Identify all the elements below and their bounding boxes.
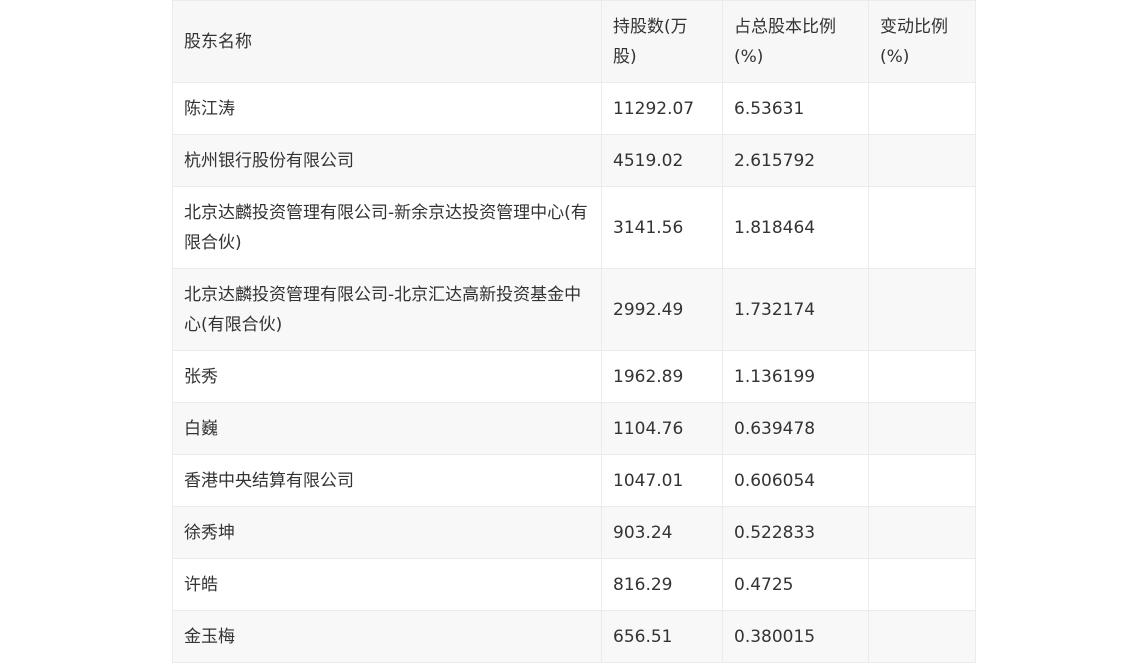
cell-change-ratio [868,134,976,187]
cell-share-ratio: 1.732174 [722,268,869,351]
cell-shares-held: 11292.07 [601,82,723,135]
table-row: 金玉梅 656.51 0.380015 [172,610,976,663]
table-row: 张秀 1962.89 1.136199 [172,350,976,403]
cell-shareholder-name: 香港中央结算有限公司 [172,454,602,507]
cell-share-ratio: 0.606054 [722,454,869,507]
table-row: 徐秀坤 903.24 0.522833 [172,506,976,559]
table-row: 陈江涛 11292.07 6.53631 [172,82,976,135]
header-change-ratio: 变动比例(%) [868,0,976,83]
table-row: 北京达麟投资管理有限公司-新余京达投资管理中心(有限合伙) 3141.56 1.… [172,186,976,269]
header-shares-held: 持股数(万股) [601,0,723,83]
header-share-ratio: 占总股本比例(%) [722,0,869,83]
cell-shares-held: 903.24 [601,506,723,559]
cell-change-ratio [868,82,976,135]
cell-shareholder-name: 徐秀坤 [172,506,602,559]
cell-change-ratio [868,402,976,455]
cell-shares-held: 3141.56 [601,186,723,269]
cell-share-ratio: 2.615792 [722,134,869,187]
cell-share-ratio: 1.136199 [722,350,869,403]
cell-share-ratio: 1.818464 [722,186,869,269]
cell-change-ratio [868,186,976,269]
table-row: 香港中央结算有限公司 1047.01 0.606054 [172,454,976,507]
cell-shares-held: 2992.49 [601,268,723,351]
table-header-row: 股东名称 持股数(万股) 占总股本比例(%) 变动比例(%) [172,0,976,83]
cell-shareholder-name: 白巍 [172,402,602,455]
cell-shares-held: 1962.89 [601,350,723,403]
cell-change-ratio [868,268,976,351]
cell-share-ratio: 0.639478 [722,402,869,455]
shareholder-table: 股东名称 持股数(万股) 占总股本比例(%) 变动比例(%) 陈江涛 11292… [172,0,976,663]
cell-shares-held: 4519.02 [601,134,723,187]
cell-change-ratio [868,506,976,559]
shareholder-table-container: 股东名称 持股数(万股) 占总股本比例(%) 变动比例(%) 陈江涛 11292… [172,0,976,663]
cell-share-ratio: 6.53631 [722,82,869,135]
cell-shareholder-name: 杭州银行股份有限公司 [172,134,602,187]
cell-shares-held: 1047.01 [601,454,723,507]
cell-share-ratio: 0.380015 [722,610,869,663]
cell-change-ratio [868,454,976,507]
cell-shareholder-name: 张秀 [172,350,602,403]
cell-share-ratio: 0.522833 [722,506,869,559]
table-row: 白巍 1104.76 0.639478 [172,402,976,455]
table-row: 北京达麟投资管理有限公司-北京汇达高新投资基金中心(有限合伙) 2992.49 … [172,268,976,351]
cell-shareholder-name: 许皓 [172,558,602,611]
cell-shares-held: 816.29 [601,558,723,611]
cell-shareholder-name: 金玉梅 [172,610,602,663]
cell-change-ratio [868,558,976,611]
cell-shareholder-name: 陈江涛 [172,82,602,135]
cell-share-ratio: 0.4725 [722,558,869,611]
cell-shareholder-name: 北京达麟投资管理有限公司-北京汇达高新投资基金中心(有限合伙) [172,268,602,351]
cell-shares-held: 1104.76 [601,402,723,455]
cell-shares-held: 656.51 [601,610,723,663]
cell-shareholder-name: 北京达麟投资管理有限公司-新余京达投资管理中心(有限合伙) [172,186,602,269]
cell-change-ratio [868,350,976,403]
header-shareholder-name: 股东名称 [172,0,602,83]
table-row: 许皓 816.29 0.4725 [172,558,976,611]
table-row: 杭州银行股份有限公司 4519.02 2.615792 [172,134,976,187]
cell-change-ratio [868,610,976,663]
